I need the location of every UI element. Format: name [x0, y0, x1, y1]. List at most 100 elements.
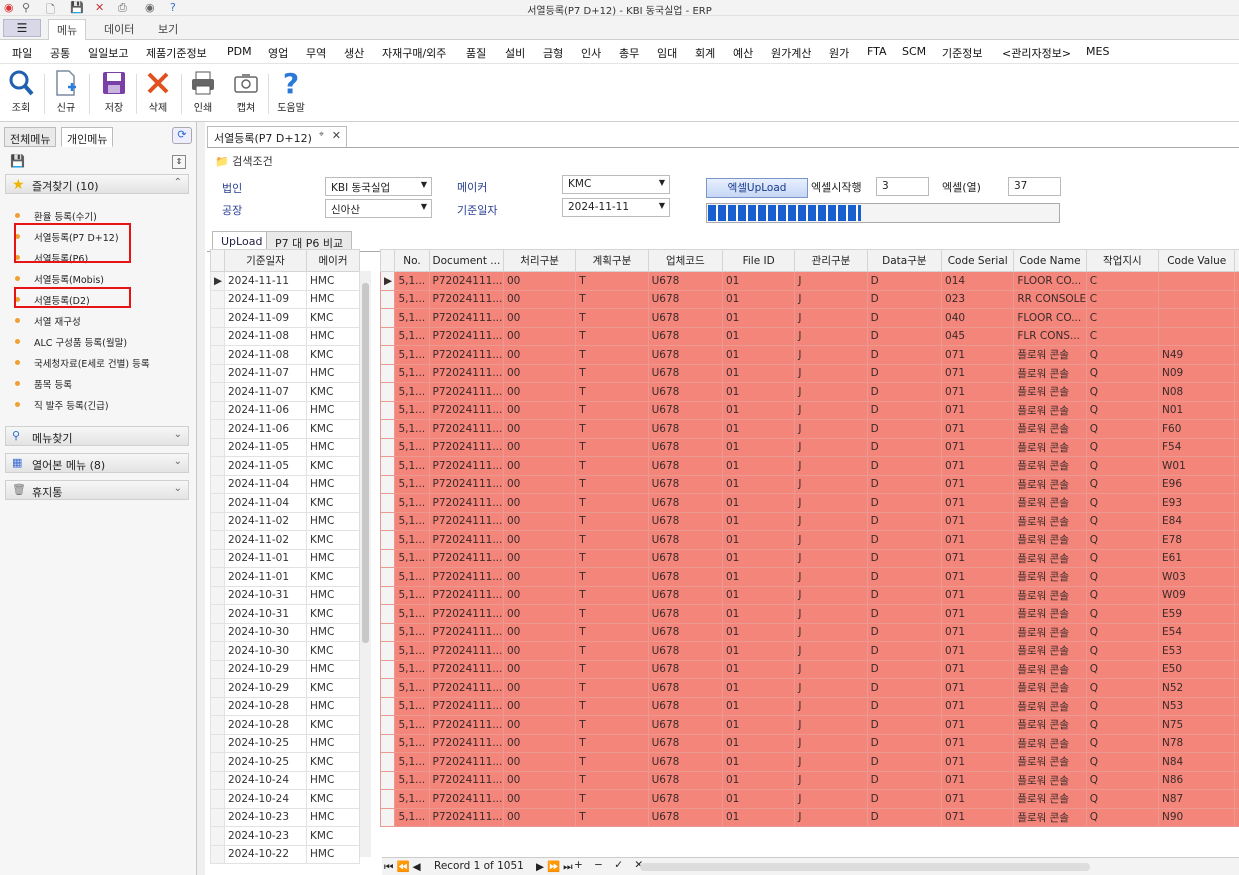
- table-cell[interactable]: D: [866, 548, 943, 568]
- table-cell[interactable]: D: [866, 622, 943, 642]
- table-cell[interactable]: N08: [1158, 382, 1236, 402]
- table-row[interactable]: 5,1... P72024111... 00 T U678 01 J D 071 플로워 콘솔 Q N…: [379, 770, 1239, 790]
- table-cell[interactable]: W03: [1158, 567, 1236, 587]
- table-cell[interactable]: 5,1...: [394, 326, 430, 346]
- table-cell[interactable]: KMC: [306, 715, 360, 735]
- table-cell[interactable]: HMC: [306, 622, 360, 642]
- table-cell[interactable]: P72024111...: [428, 400, 504, 420]
- capture-button[interactable]: 캡쳐: [229, 68, 263, 114]
- table-cell[interactable]: 01: [721, 437, 796, 457]
- table-cell[interactable]: P72024111...: [428, 678, 504, 698]
- table-cell[interactable]: Q: [1085, 567, 1160, 587]
- table-cell[interactable]: 00: [502, 345, 577, 365]
- table-cell[interactable]: Q: [1085, 585, 1160, 605]
- table-cell[interactable]: U678: [647, 474, 723, 494]
- table-cell[interactable]: U678: [647, 511, 723, 531]
- table-cell[interactable]: KMC: [306, 530, 360, 550]
- maker-select[interactable]: KMC ▼: [562, 175, 670, 194]
- table-cell[interactable]: P72024111...: [428, 548, 504, 568]
- table-cell[interactable]: U678: [647, 400, 723, 420]
- table-cell[interactable]: 071: [941, 456, 1015, 476]
- table-cell[interactable]: Q: [1085, 715, 1160, 735]
- table-cell[interactable]: E61: [1158, 548, 1236, 568]
- table-cell[interactable]: 5,1...: [394, 382, 430, 402]
- table-row[interactable]: 5,1... P72024111... 00 T U678 01 J D 045 FLR CONS…: [379, 326, 1239, 346]
- table-cell[interactable]: 00: [502, 308, 577, 328]
- left-grid-scrollbar[interactable]: [359, 271, 371, 857]
- table-cell[interactable]: 5,1...: [394, 752, 430, 772]
- table-cell[interactable]: 5,1...: [394, 622, 430, 642]
- table-cell[interactable]: U678: [647, 271, 723, 291]
- table-cell[interactable]: 2024-11-08: [224, 345, 307, 365]
- table-cell[interactable]: 00: [502, 696, 577, 716]
- table-cell[interactable]: HMC: [306, 511, 360, 531]
- table-cell[interactable]: KMC: [306, 604, 360, 624]
- table-cell[interactable]: N49: [1158, 345, 1236, 365]
- table-cell[interactable]: J: [794, 641, 868, 661]
- table-cell[interactable]: P72024111...: [428, 308, 504, 328]
- table-cell[interactable]: HV11: [1234, 493, 1239, 513]
- table-row[interactable]: 2024-10-24 KMC: [210, 789, 360, 809]
- table-cell[interactable]: 플로워 콘솔: [1013, 659, 1087, 679]
- favorites-group[interactable]: ★ 즐겨찾기 (10) ⌃: [5, 174, 189, 194]
- table-cell[interactable]: 01: [721, 363, 796, 383]
- table-cell[interactable]: J: [794, 271, 868, 291]
- table-cell[interactable]: 01: [721, 400, 796, 420]
- table-cell[interactable]: J: [794, 345, 868, 365]
- column-header[interactable]: Code Serial: [941, 249, 1015, 272]
- table-cell[interactable]: E93: [1158, 493, 1236, 513]
- table-cell[interactable]: T: [575, 696, 649, 716]
- table-cell[interactable]: 071: [941, 345, 1015, 365]
- table-cell[interactable]: Q: [1085, 622, 1160, 642]
- table-cell[interactable]: 플로워 콘솔: [1013, 493, 1087, 513]
- table-cell[interactable]: T: [575, 659, 649, 679]
- table-row[interactable]: 2024-11-07 HMC: [210, 363, 360, 383]
- table-cell[interactable]: 2024-10-24: [224, 770, 307, 790]
- table-row[interactable]: 2024-10-24 HMC: [210, 770, 360, 790]
- print-button[interactable]: 인쇄: [186, 68, 220, 114]
- table-cell[interactable]: T: [575, 530, 649, 550]
- table-cell[interactable]: HV11: [1234, 770, 1239, 790]
- table-row[interactable]: 2024-11-04 KMC: [210, 493, 360, 513]
- table-cell[interactable]: HMC: [306, 363, 360, 383]
- table-cell[interactable]: 01: [721, 456, 796, 476]
- table-cell[interactable]: D: [866, 289, 943, 309]
- table-cell[interactable]: U678: [647, 493, 723, 513]
- menu-item[interactable]: PDM: [227, 45, 252, 58]
- table-cell[interactable]: KMC: [306, 382, 360, 402]
- table-cell[interactable]: 00: [502, 585, 577, 605]
- table-cell[interactable]: 2024-10-22: [224, 844, 307, 864]
- table-cell[interactable]: 01: [721, 271, 796, 291]
- table-row[interactable]: 5,1... P72024111... 00 T U678 01 J D 071 플로워 콘솔 Q W…: [379, 585, 1239, 605]
- table-cell[interactable]: E54: [1158, 622, 1236, 642]
- table-cell[interactable]: 071: [941, 678, 1015, 698]
- table-row[interactable]: 2024-10-23 KMC: [210, 826, 360, 846]
- table-cell[interactable]: 00: [502, 419, 577, 439]
- table-cell[interactable]: U678: [647, 604, 723, 624]
- table-cell[interactable]: 플로워 콘솔: [1013, 382, 1087, 402]
- table-cell[interactable]: 플로워 콘솔: [1013, 641, 1087, 661]
- table-cell[interactable]: 071: [941, 659, 1015, 679]
- table-cell[interactable]: Q: [1085, 604, 1160, 624]
- table-cell[interactable]: P72024111...: [428, 659, 504, 679]
- table-row[interactable]: 5,1... P72024111... 00 T U678 01 J D 071 플로워 콘솔 Q E…: [379, 641, 1239, 661]
- table-cell[interactable]: 00: [502, 548, 577, 568]
- tab-menu[interactable]: 메뉴: [48, 19, 87, 40]
- table-cell[interactable]: 071: [941, 363, 1015, 383]
- table-cell[interactable]: E78: [1158, 530, 1236, 550]
- table-row[interactable]: 2024-10-31 HMC: [210, 585, 360, 605]
- table-cell[interactable]: D: [866, 326, 943, 346]
- table-cell[interactable]: HV11: [1234, 696, 1239, 716]
- table-cell[interactable]: E96: [1158, 474, 1236, 494]
- table-cell[interactable]: 01: [721, 715, 796, 735]
- table-cell[interactable]: U678: [647, 530, 723, 550]
- table-cell[interactable]: J: [794, 659, 868, 679]
- table-row[interactable]: 2024-11-05 HMC: [210, 437, 360, 457]
- table-cell[interactable]: 5,1...: [394, 585, 430, 605]
- table-cell[interactable]: J: [794, 770, 868, 790]
- table-cell[interactable]: 5,1...: [394, 807, 430, 827]
- close-tab-icon[interactable]: ✕: [332, 129, 341, 142]
- table-cell[interactable]: 040: [941, 308, 1015, 328]
- table-cell[interactable]: KMC: [306, 567, 360, 587]
- table-cell[interactable]: N78: [1158, 733, 1236, 753]
